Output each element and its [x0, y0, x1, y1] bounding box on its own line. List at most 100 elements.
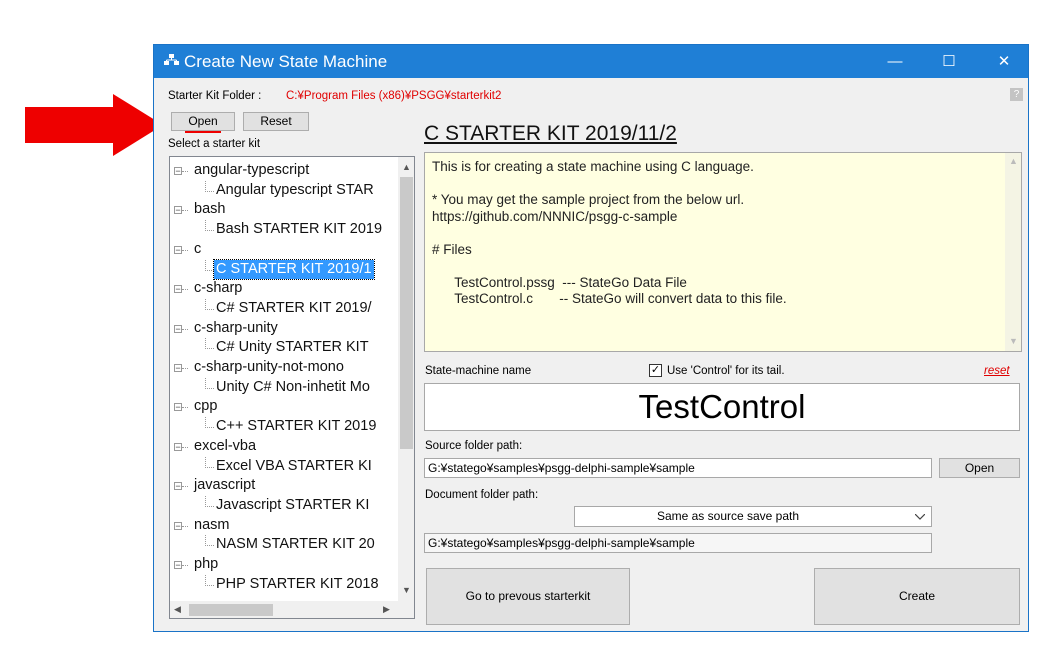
reset-button-label: Reset	[260, 114, 292, 128]
description-scrollbar[interactable]: ▲ ▼	[1005, 153, 1021, 351]
tree-connector	[182, 171, 188, 172]
create-button[interactable]: Create	[814, 568, 1020, 625]
description-line: # Files	[432, 241, 472, 257]
tree-connector	[182, 525, 188, 527]
selected-kit-label: C STARTER KIT 2019/1	[213, 258, 375, 280]
tree-item-label: C++ STARTER KIT 2019	[216, 418, 377, 435]
document-folder-selected-option: Same as source save path	[656, 509, 800, 523]
source-folder-label: Source folder path:	[425, 440, 523, 452]
collapse-icon[interactable]: −	[174, 482, 182, 491]
tree-connector	[205, 535, 214, 547]
chevron-down-icon	[915, 514, 925, 520]
collapse-icon[interactable]: −	[174, 285, 182, 294]
tree-connector	[205, 377, 214, 389]
document-folder-input[interactable]: G:¥stateg‌o¥samples¥psgg-delphi-sample¥s…	[424, 533, 932, 553]
tree-item-label: c	[194, 240, 202, 257]
tree-connector	[182, 289, 188, 291]
tree-connector	[205, 417, 214, 429]
title-bar: Create New State Machine — ☐ ✕	[154, 45, 1028, 78]
tree-connector	[205, 574, 214, 586]
use-control-checkbox[interactable]: ✓	[649, 364, 662, 377]
tree-item-label: Unity C# Non-inhetit Mo	[216, 378, 370, 395]
maximize-button[interactable]: ☐	[926, 45, 972, 78]
use-control-label: Use 'Control' for its tail.	[667, 365, 785, 377]
tree-connector	[205, 180, 214, 192]
help-icon[interactable]: ?	[1010, 88, 1023, 101]
tree-connector	[205, 495, 214, 507]
tree-item-label: Javascript STARTER KI	[216, 496, 370, 513]
tree-item-label: NASM STARTER KIT 20	[216, 536, 375, 553]
reset-link[interactable]: reset	[984, 365, 1010, 377]
description-line: This is for creating a state machine usi…	[432, 159, 754, 174]
scroll-right-icon[interactable]: ▶	[383, 604, 390, 615]
description-line: TestControl.pssg --- StateGo Data File	[432, 274, 687, 290]
state-machine-name-input[interactable]: TestControl	[424, 383, 1020, 431]
collapse-icon[interactable]: −	[174, 561, 182, 570]
vertical-scroll-thumb[interactable]	[400, 177, 413, 449]
tree-connector	[182, 446, 188, 448]
minimize-button[interactable]: —	[872, 45, 918, 78]
collapse-icon[interactable]: −	[174, 324, 182, 333]
tree-item-label: excel-vba	[194, 437, 257, 454]
tree-item-label: C# STARTER KIT 2019/	[216, 299, 372, 316]
tree-item-label: Excel VBA STARTER KI	[216, 457, 372, 474]
scroll-down-icon[interactable]: ▼	[402, 585, 411, 595]
document-folder-select[interactable]: Same as source save path	[574, 506, 932, 527]
collapse-icon[interactable]: −	[174, 206, 182, 215]
tree-connector	[182, 210, 188, 212]
tree-connector	[205, 456, 214, 468]
tree-item-label: php	[194, 556, 219, 572]
tree-horizontal-scrollbar[interactable]: ◀ ▶	[170, 601, 414, 618]
collapse-icon[interactable]: −	[174, 442, 182, 451]
tree-connector	[182, 486, 188, 488]
create-state-machine-dialog: Create New State Machine — ☐ ✕ Starter K…	[153, 44, 1029, 632]
collapse-icon[interactable]: −	[174, 521, 182, 530]
scroll-up-icon[interactable]: ▲	[402, 162, 411, 172]
tree-item-label: angular-typescript	[194, 162, 310, 178]
tree-vertical-scrollbar[interactable]: ▲ ▼	[398, 157, 414, 601]
source-open-button[interactable]: Open	[939, 458, 1020, 478]
tree-connector	[182, 328, 188, 330]
go-previous-starterkit-button[interactable]: Go to prevous starterkit	[426, 568, 630, 625]
collapse-icon[interactable]: −	[174, 167, 182, 176]
scroll-left-icon[interactable]: ◀	[174, 604, 181, 615]
annotation-arrow-icon	[25, 94, 163, 156]
tree-connector	[205, 298, 214, 310]
tree-item-label: bash	[194, 201, 226, 218]
tree-item-label: c-sharp	[194, 280, 243, 297]
tree-item-label: Bash STARTER KIT 2019	[216, 221, 383, 238]
window-title: Create New State Machine	[184, 52, 388, 71]
create-button-label: Create	[898, 589, 936, 603]
collapse-icon[interactable]: −	[174, 245, 182, 254]
tree-connector	[182, 368, 188, 369]
open-underline-mark	[185, 131, 221, 133]
tree-connector	[182, 407, 188, 409]
tree-connector	[182, 249, 188, 251]
tree-item-label: cpp	[194, 398, 218, 415]
tree-item-label: c-sharp-unity	[194, 319, 278, 336]
description-line: * You may get the sample project from th…	[432, 192, 745, 207]
go-previous-starterkit-label: Go to prevous starterkit	[465, 589, 591, 603]
document-folder-label: Document folder path:	[425, 489, 539, 501]
tree-item-label: PHP STARTER KIT 2018	[216, 575, 379, 592]
collapse-icon[interactable]: −	[174, 364, 182, 373]
horizontal-scroll-thumb[interactable]	[189, 604, 273, 616]
description-scroll-up-icon[interactable]: ▲	[1009, 156, 1018, 166]
kit-title: C STARTER KIT 2019/11/2	[424, 122, 677, 145]
starter-kit-folder-path: C:¥Program Files (x86)¥PSGG¥starterkit2	[286, 90, 502, 102]
app-icon	[164, 54, 179, 65]
description-line: https://github.com/NNNIC/psgg-c-sample	[432, 208, 678, 224]
open-button[interactable]: Open	[171, 112, 235, 131]
tree-connector	[205, 338, 214, 350]
collapse-icon[interactable]: −	[174, 403, 182, 412]
close-button[interactable]: ✕	[981, 45, 1027, 78]
kit-description: This is for creating a state machine usi…	[424, 152, 1022, 352]
description-scroll-down-icon[interactable]: ▼	[1009, 336, 1018, 346]
tree-connector	[205, 259, 214, 271]
reset-button[interactable]: Reset	[243, 112, 309, 131]
starter-kit-tree[interactable]: − angular-typescript Angular typescript ST…	[169, 156, 415, 619]
source-folder-input[interactable]: G:¥stateg‌o¥samples¥psgg-delphi-sample¥s…	[424, 458, 932, 478]
tree-item-label: javascript	[194, 477, 256, 494]
tree-item-label: c-sharp-unity-not-mono	[194, 359, 344, 375]
tree-item-label: nasm	[194, 516, 230, 533]
